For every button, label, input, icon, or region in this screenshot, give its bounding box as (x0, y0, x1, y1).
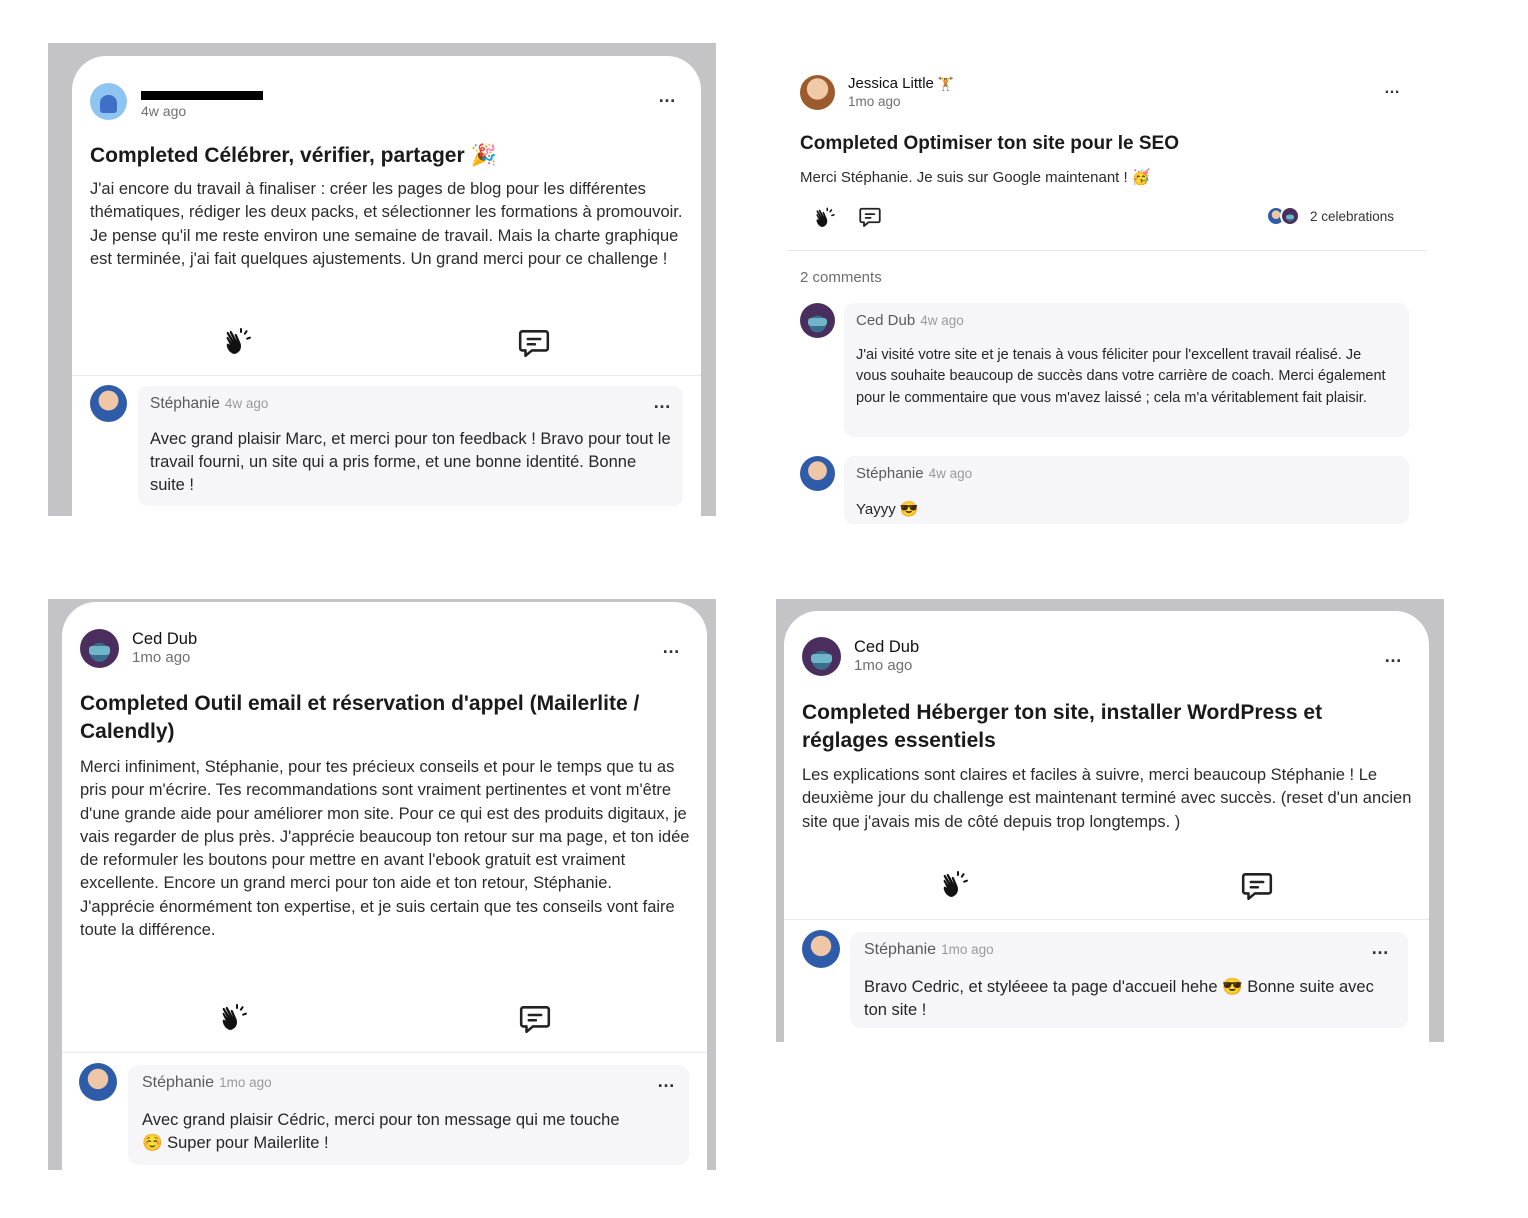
celebrate-clap-icon[interactable] (218, 1002, 250, 1034)
comment-more-button[interactable]: … (653, 392, 671, 413)
author-badge: 🏋 (937, 76, 955, 91)
author-name[interactable]: Jessica Little 🏋 (848, 74, 954, 93)
comment: Stéphanie 1mo ago … Bravo Cedric, et styl… (784, 929, 1429, 1039)
post-title: Completed Optimiser ton site pour le SEO (800, 133, 1179, 154)
comment-author[interactable]: Stéphanie (142, 1074, 214, 1091)
comment-author[interactable]: Stéphanie (864, 941, 936, 958)
comment-icon[interactable] (517, 326, 551, 360)
comment-bubble: Stéphanie 4w ago Yayyy 😎 (844, 456, 1409, 524)
celebrate-clap-icon[interactable] (813, 206, 837, 230)
celebrations-summary[interactable]: 2 celebrations (1266, 206, 1394, 226)
comment-icon[interactable] (1240, 869, 1274, 903)
post-card: Ced Dub 1mo ago … Completed Héberger ton… (784, 611, 1429, 1042)
divider (72, 375, 701, 376)
comment-text: Avec grand plaisir Marc, et merci pour t… (150, 430, 671, 494)
comment-icon[interactable] (858, 205, 882, 229)
post-body: Merci infiniment, Stéphanie, pour tes pr… (80, 758, 690, 940)
commenter-avatar[interactable] (802, 930, 840, 968)
divider (784, 919, 1429, 920)
comment-text: Yayyy 😎 (856, 501, 919, 518)
comment-icon[interactable] (518, 1002, 552, 1036)
comment-time: 1mo ago (219, 1075, 272, 1090)
comment-time: 4w ago (224, 396, 269, 411)
comment-text: Bravo Cedric, et styléeee ta page d'accu… (864, 978, 1374, 1019)
more-options-button[interactable]: … (662, 637, 680, 658)
commenter-avatar[interactable] (800, 456, 835, 491)
comment-author[interactable]: Stéphanie (856, 465, 924, 482)
comment: Stéphanie 1mo ago … Avec grand plaisir Cé… (62, 1062, 707, 1170)
commenter-avatar[interactable] (79, 1063, 117, 1101)
comment: Ced Dub 4w ago J'ai visité votre site et … (781, 303, 1440, 443)
commenter-avatar[interactable] (90, 385, 127, 422)
redacted-name (141, 91, 263, 101)
post-card: 4w ago … Completed Célébrer, vérifier, p… (72, 56, 701, 516)
comment-more-button[interactable]: … (1371, 938, 1389, 959)
post-title: Completed Célébrer, vérifier, partager 🎉 (90, 144, 497, 167)
comment-time: 4w ago (928, 466, 973, 481)
post-header: 4w ago (90, 83, 263, 120)
author-name[interactable]: Ced Dub (854, 638, 919, 657)
more-options-button[interactable]: … (658, 86, 676, 107)
post-time: 4w ago (141, 103, 187, 119)
divider (62, 1052, 707, 1053)
post-header: Ced Dub 1mo ago (802, 637, 919, 676)
commenter-avatar[interactable] (800, 303, 835, 338)
more-options-button[interactable]: … (1384, 646, 1402, 667)
comment-text: Avec grand plaisir Cédric, merci pour to… (142, 1111, 620, 1152)
post-frame: Ced Dub 1mo ago … Completed Outil email … (48, 599, 716, 1170)
avatar[interactable] (800, 75, 835, 110)
post-title: Completed Héberger ton site, installer W… (802, 701, 1323, 752)
post-time: 1mo ago (848, 94, 901, 109)
post-header: Jessica Little 🏋 1mo ago (800, 74, 954, 111)
author-name[interactable]: Ced Dub (132, 630, 197, 649)
comment-bubble: Stéphanie 4w ago … Avec grand plaisir Mar… (138, 386, 683, 506)
post-body: J'ai encore du travail à finaliser : cré… (90, 180, 683, 268)
comments-count[interactable]: 2 comments (800, 269, 882, 286)
comment-bubble: Ced Dub 4w ago J'ai visité votre site et … (844, 303, 1409, 437)
post-header: Ced Dub 1mo ago (80, 629, 197, 668)
comment-text: J'ai visité votre site et je tenais à vo… (856, 347, 1386, 406)
comment-bubble: Stéphanie 1mo ago … Bravo Cedric, et styl… (850, 932, 1408, 1028)
party-emoji: 🎉 (470, 144, 497, 167)
more-options-button[interactable]: … (1384, 80, 1400, 98)
divider (787, 250, 1427, 251)
post-frame: Jessica Little 🏋 1mo ago … Completed Opti… (777, 43, 1444, 540)
comment-author[interactable]: Ced Dub (856, 312, 915, 329)
author-name[interactable] (141, 83, 263, 102)
avatar[interactable] (802, 637, 841, 676)
celebrate-clap-icon[interactable] (939, 869, 971, 901)
post-time: 1mo ago (854, 657, 913, 674)
post-frame: 4w ago … Completed Célébrer, vérifier, p… (48, 43, 716, 516)
celebrator-avatar (1280, 206, 1300, 226)
celebrate-clap-icon[interactable] (222, 326, 254, 358)
comment: Stéphanie 4w ago Yayyy 😎 (781, 456, 1440, 526)
comment-time: 1mo ago (941, 942, 994, 957)
comment-author[interactable]: Stéphanie (150, 395, 220, 412)
post-card: Ced Dub 1mo ago … Completed Outil email … (62, 602, 707, 1170)
post-time: 1mo ago (132, 649, 191, 666)
avatar[interactable] (90, 83, 127, 120)
comment-more-button[interactable]: … (657, 1071, 675, 1092)
avatar[interactable] (80, 629, 119, 668)
comment-time: 4w ago (920, 313, 964, 328)
post-body: Les explications sont claires et faciles… (802, 766, 1412, 831)
comment-bubble: Stéphanie 1mo ago … Avec grand plaisir Cé… (128, 1065, 689, 1165)
post-frame: Ced Dub 1mo ago … Completed Héberger ton… (776, 599, 1444, 1042)
post-title: Completed Outil email et réservation d'a… (80, 692, 640, 743)
comment: Stéphanie 4w ago … Avec grand plaisir Mar… (72, 384, 701, 514)
post-body: Merci Stéphanie. Je suis sur Google main… (800, 169, 1151, 186)
post-card: Jessica Little 🏋 1mo ago … Completed Opti… (781, 47, 1440, 540)
